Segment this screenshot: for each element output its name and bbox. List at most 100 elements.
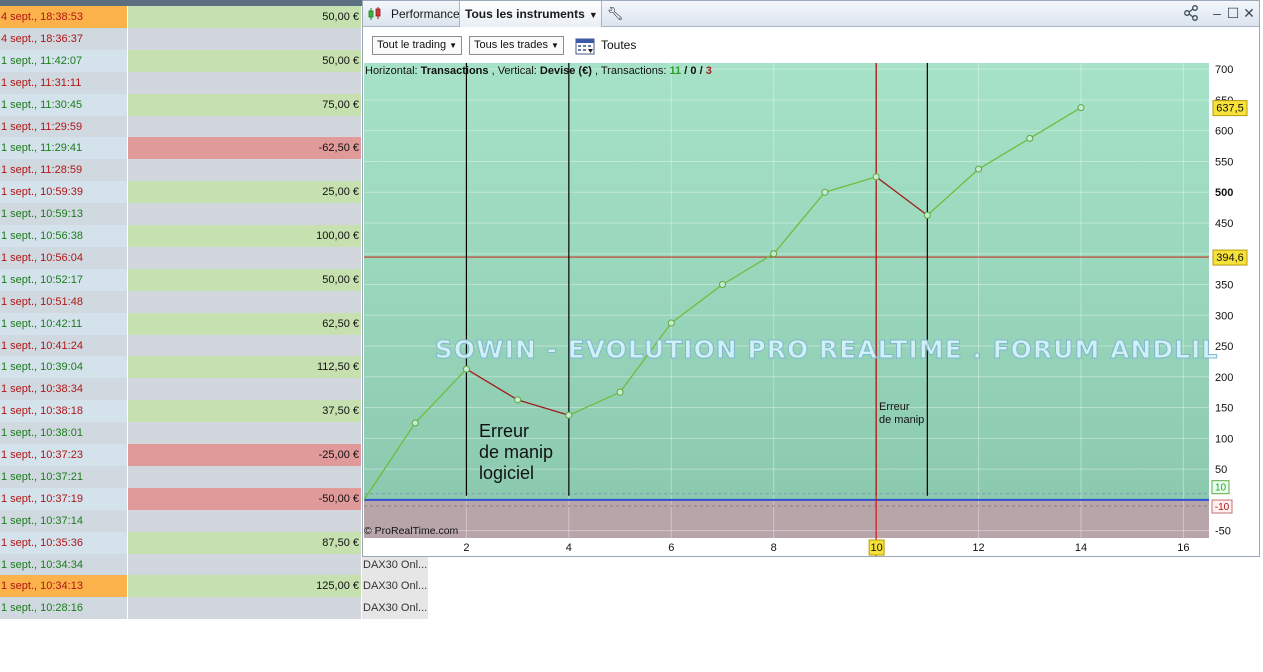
trade-gain-cell: 87,50 €: [128, 531, 361, 554]
equity-point: [872, 173, 880, 181]
equity-point: [616, 388, 624, 396]
trade-date-cell: 1 sept., 10:35:36: [0, 531, 127, 554]
y-tick-label: 700: [1215, 64, 1233, 76]
equity-point: [565, 411, 573, 419]
y-tick-label: 100: [1215, 433, 1233, 445]
level-badge-label: 394,6: [1216, 252, 1244, 264]
screen: 4 sept., 18:38:53 50,00 €4 sept., 18:36:3…: [0, 0, 1263, 672]
equity-point: [923, 211, 931, 219]
x-tick-label: 6: [668, 542, 674, 554]
equity-point: [770, 250, 778, 258]
trade-gain-cell: 62,50 €: [128, 312, 361, 335]
trade-date-cell: 1 sept., 10:37:19: [0, 487, 127, 510]
trade-gain-cell: 25,00 €: [128, 181, 361, 204]
trade-date-cell: 1 sept., 11:31:11: [0, 71, 127, 94]
x-tick-label: 8: [771, 542, 777, 554]
trade-date-cell: 1 sept., 10:51:48: [0, 290, 127, 313]
trade-gain-cell: [128, 27, 361, 50]
trade-date-cell: 1 sept., 10:38:18: [0, 400, 127, 423]
x-tick-label: 16: [1177, 542, 1189, 554]
trade-gain-cell: 50,00 €: [128, 49, 361, 72]
info-horizontal-label: Horizontal:: [365, 65, 418, 77]
info-transactions-label: Transactions:: [601, 65, 667, 77]
trade-date-cell: 1 sept., 11:29:59: [0, 115, 127, 138]
table-row[interactable]: 1 sept., 10:34:13 125,00 € DAX30 Onl...: [0, 575, 428, 598]
cursor-badge-label: 10: [870, 542, 882, 554]
y-tick-label: 50: [1215, 464, 1227, 476]
y-tick-label: 200: [1215, 372, 1233, 384]
equity-chart: Horizontal: Transactions , Vertical: Dev…: [364, 63, 1248, 556]
band-lower-label: -10: [1215, 502, 1230, 513]
trade-gain-cell: -25,00 €: [128, 444, 361, 466]
y-tick-label: 300: [1215, 310, 1233, 322]
info-losses: 3: [706, 65, 712, 77]
trade-date-cell: 1 sept., 10:59:39: [0, 181, 127, 204]
annotation-large-line: Erreur: [479, 421, 529, 441]
trade-gain-cell: 100,00 €: [128, 225, 361, 247]
trade-date-cell: 1 sept., 10:39:04: [0, 356, 127, 379]
trade-gain-cell: [128, 597, 361, 620]
annotation-small-line: Erreur: [879, 401, 910, 413]
equity-point: [411, 419, 419, 427]
trade-gain-cell: [128, 290, 361, 313]
trade-date-cell: 1 sept., 10:38:34: [0, 378, 127, 401]
trade-gain-cell: [128, 509, 361, 532]
trade-gain-cell: [128, 159, 361, 182]
trade-gain-cell: 50,00 €: [128, 6, 361, 28]
trade-gain-cell: 112,50 €: [128, 356, 361, 379]
equity-point: [1077, 104, 1085, 112]
trade-gain-cell: [128, 203, 361, 226]
annotation-small-line: de manip: [879, 414, 924, 426]
equity-point: [718, 281, 726, 289]
trade-date-cell: 1 sept., 10:28:16: [0, 597, 127, 620]
last-value-badge-label: 637,5: [1216, 103, 1244, 115]
info-vertical-value: Devise (€): [540, 65, 592, 77]
y-tick-label: 500: [1215, 187, 1233, 199]
y-tick-label: 150: [1215, 403, 1233, 415]
trade-gain-cell: -50,00 €: [128, 487, 361, 510]
y-tick-label: -50: [1215, 526, 1231, 538]
trade-date-cell: 1 sept., 11:30:45: [0, 93, 127, 116]
equity-point: [514, 396, 522, 404]
trade-gain-cell: [128, 115, 361, 138]
x-tick-label: 4: [566, 542, 572, 554]
x-tick-label: 14: [1075, 542, 1087, 554]
trade-gain-cell: 75,00 €: [128, 93, 361, 116]
trade-instrument-cell: DAX30 Onl...: [362, 575, 428, 598]
trade-gain-cell: 125,00 €: [128, 575, 361, 598]
y-tick-label: 450: [1215, 218, 1233, 230]
trade-date-cell: 4 sept., 18:38:53: [0, 6, 127, 28]
equity-point: [667, 319, 675, 327]
trade-date-cell: 1 sept., 11:28:59: [0, 159, 127, 182]
trade-date-cell: 1 sept., 10:38:01: [0, 422, 127, 445]
trade-gain-cell: [128, 422, 361, 445]
trade-date-cell: 1 sept., 10:34:13: [0, 575, 127, 598]
trade-gain-cell: [128, 71, 361, 94]
trade-instrument-cell: DAX30 Onl...: [362, 597, 428, 620]
trade-date-cell: 1 sept., 10:52:17: [0, 268, 127, 291]
y-tick-label: 350: [1215, 280, 1233, 292]
info-horizontal-value: Transactions: [421, 65, 489, 77]
trade-date-cell: 1 sept., 10:37:14: [0, 509, 127, 532]
equity-point: [1026, 134, 1034, 142]
copyright-text: © ProRealTime.com: [364, 525, 459, 537]
trade-gain-cell: [128, 378, 361, 401]
equity-point: [462, 365, 470, 373]
trade-gain-cell: -62,50 €: [128, 137, 361, 160]
trade-gain-cell: 50,00 €: [128, 268, 361, 291]
trade-gain-cell: [128, 246, 361, 269]
x-tick-label: 2: [463, 542, 469, 554]
trade-gain-cell: 37,50 €: [128, 400, 361, 423]
trade-date-cell: 1 sept., 10:37:21: [0, 465, 127, 488]
trade-date-cell: 4 sept., 18:36:37: [0, 27, 127, 50]
table-row[interactable]: 1 sept., 10:28:16 DAX30 Onl...: [0, 597, 428, 620]
annotation-large-line: de manip: [479, 442, 553, 462]
equity-point: [821, 188, 829, 196]
band-upper-label: 10: [1215, 483, 1227, 494]
chart-info-line: Horizontal: Transactions , Vertical: Dev…: [365, 65, 712, 77]
annotation-large-line: logiciel: [479, 463, 534, 483]
trade-date-cell: 1 sept., 10:56:38: [0, 225, 127, 247]
equity-point: [975, 165, 983, 173]
trade-date-cell: 1 sept., 11:42:07: [0, 49, 127, 72]
info-wins: 11: [670, 65, 682, 77]
